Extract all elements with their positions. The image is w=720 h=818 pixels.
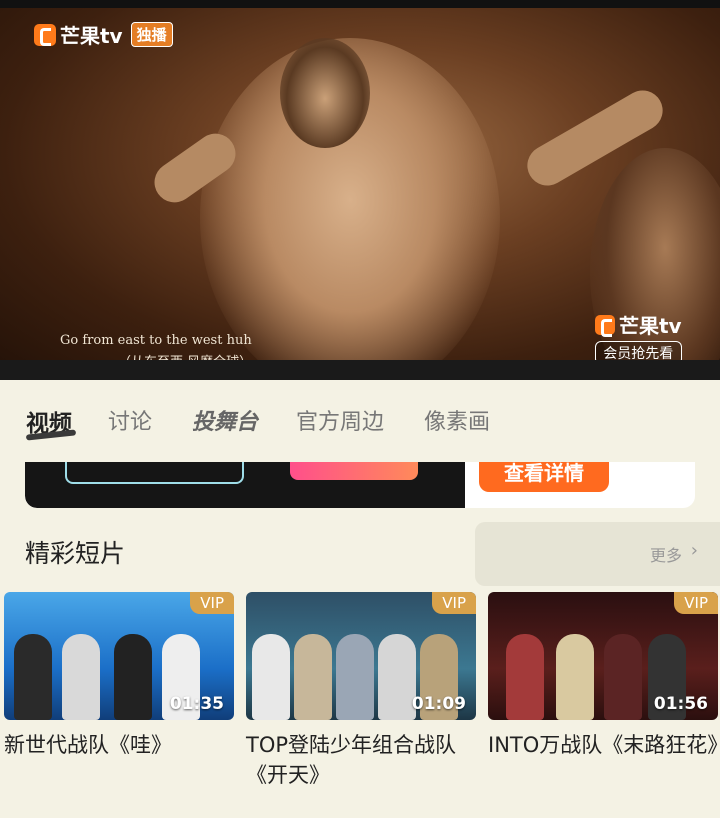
- video-thumbnail[interactable]: VIP 01:35: [4, 592, 234, 720]
- promo-banner[interactable]: 查看详情: [25, 462, 695, 508]
- watermark-brand: 芒果tv: [619, 314, 682, 338]
- video-duration: 01:09: [411, 694, 466, 714]
- video-card[interactable]: VIP 01:09 TOP登陆少年组合战队《开天》: [246, 592, 476, 790]
- video-thumbnail[interactable]: VIP 01:56: [488, 592, 718, 720]
- thumbnail-figure: [252, 634, 290, 720]
- mango-tv-logo-icon: [34, 23, 56, 46]
- mango-tv-watermark: 芒果tv 会员抢先看: [595, 310, 682, 365]
- view-details-button[interactable]: 查看详情: [479, 462, 609, 492]
- thumbnail-figure: [506, 634, 544, 720]
- tab-official-merch[interactable]: 官方周边: [296, 404, 384, 436]
- banner-graphic: [290, 462, 418, 480]
- video-thumbnail[interactable]: VIP 01:09: [246, 592, 476, 720]
- tab-video[interactable]: 视频: [25, 404, 77, 441]
- video-title[interactable]: 新世代战队《哇》: [4, 730, 234, 760]
- more-button[interactable]: 更多 ›: [475, 522, 720, 586]
- tab-official-merch-label: 官方周边: [296, 410, 385, 435]
- subtitle-english: Go from east to the west huh: [60, 333, 252, 348]
- exclusive-badge: 独播: [130, 22, 173, 47]
- banner-graphic: [65, 462, 244, 484]
- thumbnail-figure: [378, 634, 416, 720]
- section-title: 精彩短片: [25, 539, 126, 568]
- video-player[interactable]: 芒果tv 独播 Go from east to the west huh （从东…: [0, 8, 720, 370]
- mango-tv-logo: 芒果tv 独播: [34, 20, 173, 49]
- tab-discussion-label: 讨论: [108, 410, 153, 435]
- thumbnail-figure: [556, 634, 594, 720]
- vip-badge: VIP: [190, 592, 234, 614]
- tab-pixel-art-label: 像素画: [424, 410, 491, 435]
- thumbnail-figure: [114, 634, 152, 720]
- vip-badge: VIP: [432, 592, 476, 614]
- mango-tv-watermark-icon: [595, 314, 615, 337]
- thumbnail-figure: [604, 634, 642, 720]
- thumbnail-figure: [14, 634, 52, 720]
- chevron-right-icon: ›: [690, 540, 698, 561]
- tab-vote-stage[interactable]: 投舞台: [192, 404, 258, 436]
- page-watermark: [624, 794, 712, 810]
- logo-text: 芒果tv: [60, 24, 123, 48]
- video-duration: 01:56: [653, 694, 708, 714]
- tab-bar: 视频 讨论 投舞台 官方周边 像素画: [0, 404, 720, 448]
- video-bottom-bar: [0, 360, 720, 380]
- video-card[interactable]: VIP 01:56 INTO万战队《末路狂花》: [488, 592, 720, 760]
- video-frame-performer-head: [280, 38, 370, 148]
- vip-badge: VIP: [674, 592, 718, 614]
- video-card[interactable]: VIP 01:35 新世代战队《哇》: [4, 592, 234, 760]
- tab-pixel-art[interactable]: 像素画: [424, 404, 490, 436]
- thumbnail-figure: [336, 634, 374, 720]
- video-title[interactable]: TOP登陆少年组合战队《开天》: [246, 730, 476, 790]
- thumbnail-figure: [62, 634, 100, 720]
- more-label: 更多: [649, 546, 682, 565]
- tab-vote-stage-label: 投舞台: [192, 410, 259, 435]
- status-bar: [0, 0, 720, 8]
- video-title[interactable]: INTO万战队《末路狂花》: [488, 730, 720, 760]
- video-duration: 01:35: [169, 694, 224, 714]
- thumbnail-figure: [294, 634, 332, 720]
- tab-discussion[interactable]: 讨论: [108, 404, 152, 436]
